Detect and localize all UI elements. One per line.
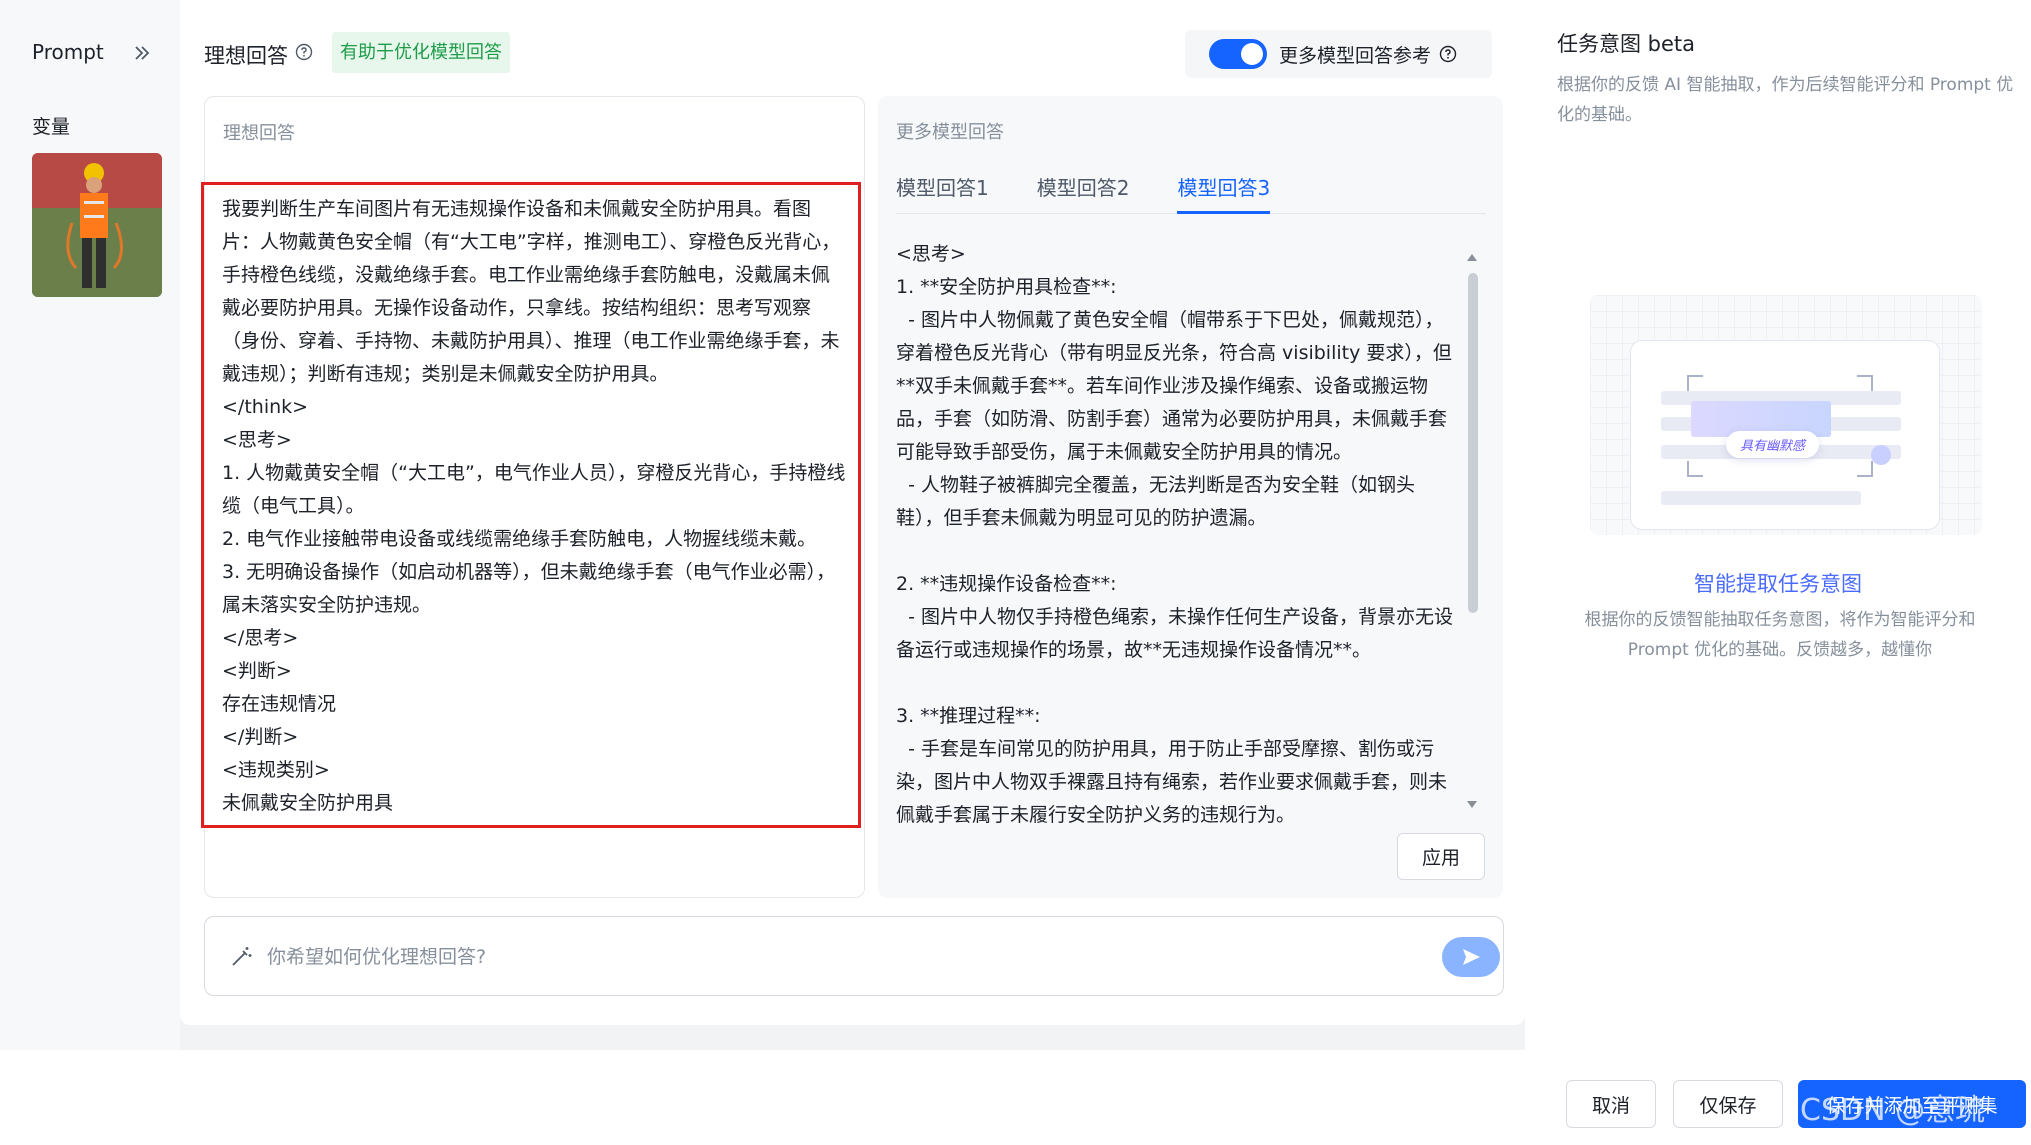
ideal-answer-card-label: 理想回答	[223, 123, 295, 144]
scroll-up-arrow-icon[interactable]	[1465, 251, 1479, 263]
ideal-answer-title: 理想回答	[204, 44, 288, 68]
tab-model-answer-1[interactable]: 模型回答1	[896, 166, 989, 214]
center-panel: 理想回答 有助于优化模型回答 更多模型回答参考 理想回答 我要判断生产车间图片有…	[180, 0, 1525, 1025]
variables-label: 变量	[32, 116, 71, 138]
more-answers-toggle-label: 更多模型回答参考	[1279, 44, 1432, 67]
scroll-down-arrow-icon[interactable]	[1465, 799, 1479, 811]
tab-model-answer-2[interactable]: 模型回答2	[1037, 166, 1130, 214]
apply-button[interactable]: 应用	[1397, 833, 1485, 880]
illustration-corner	[1857, 461, 1873, 477]
model-answer-tabs: 模型回答1 模型回答2 模型回答3	[896, 166, 1486, 214]
footer-bar: 取消 仅保存 保存并添加至评测集	[0, 1050, 2031, 1145]
task-intent-title: 任务意图 beta	[1557, 32, 1696, 56]
save-only-button[interactable]: 仅保存	[1673, 1080, 1783, 1128]
illustration-corner	[1857, 375, 1873, 391]
task-intent-illustration: 具有幽默感	[1590, 295, 1982, 535]
optimize-input-box	[204, 916, 1504, 996]
prompt-label: Prompt	[32, 40, 104, 64]
ideal-answer-card: 理想回答 我要判断生产车间图片有无违规操作设备和未佩戴安全防护用具。看图片：人物…	[201, 96, 865, 898]
ideal-answer-editor[interactable]: 我要判断生产车间图片有无违规操作设备和未佩戴安全防护用具。看图片：人物戴黄色安全…	[201, 182, 861, 828]
help-circle-icon[interactable]	[295, 43, 313, 65]
more-answers-card-label: 更多模型回答	[896, 122, 1004, 143]
more-answers-toggle-bar: 更多模型回答参考	[1185, 30, 1492, 78]
tab-model-answer-3[interactable]: 模型回答3	[1177, 166, 1271, 214]
illustration-chip: 具有幽默感	[1726, 431, 1820, 458]
save-and-add-button[interactable]: 保存并添加至评测集	[1798, 1080, 2026, 1128]
more-answers-card: 更多模型回答 模型回答1 模型回答2 模型回答3 <思考> 1. **安全防护用…	[878, 96, 1503, 898]
avatar-icon	[1871, 445, 1891, 465]
prompt-row: Prompt	[32, 40, 150, 64]
task-intent-description: 根据你的反馈 AI 智能抽取，作为后续智能评分和 Prompt 优化的基础。	[1557, 75, 2014, 125]
send-icon	[1463, 949, 1480, 965]
illustration-corner	[1687, 375, 1703, 391]
scrollbar[interactable]	[1465, 251, 1479, 811]
variable-image-thumbnail[interactable]	[32, 153, 162, 297]
help-circle-icon[interactable]	[1439, 45, 1457, 63]
model-answer-content: <思考> 1. **安全防护用具检查**: - 图片中人物佩戴了黄色安全帽（帽带…	[896, 243, 1453, 826]
optimize-input[interactable]	[267, 935, 1367, 979]
illustration-bar	[1661, 491, 1861, 505]
scrollbar-thumb[interactable]	[1468, 273, 1478, 613]
send-button[interactable]	[1442, 937, 1500, 977]
cancel-button[interactable]: 取消	[1566, 1080, 1656, 1128]
task-intent-panel: 任务意图 beta 根据你的反馈 AI 智能抽取，作为后续智能评分和 Promp…	[1525, 0, 2031, 1050]
magic-wand-icon	[229, 945, 253, 973]
illustration-card: 具有幽默感	[1630, 340, 1940, 530]
illustration-corner	[1687, 461, 1703, 477]
extract-task-intent-link[interactable]: 智能提取任务意图	[1525, 568, 2031, 598]
helpful-tag: 有助于优化模型回答	[332, 32, 510, 73]
extract-task-intent-description: 根据你的反馈智能抽取任务意图，将作为智能评分和 Prompt 优化的基础。反馈越…	[1584, 610, 1976, 660]
more-answers-toggle[interactable]	[1209, 39, 1267, 69]
left-sidebar: Prompt 变量	[0, 0, 180, 1050]
double-chevron-right-icon[interactable]	[127, 38, 157, 68]
